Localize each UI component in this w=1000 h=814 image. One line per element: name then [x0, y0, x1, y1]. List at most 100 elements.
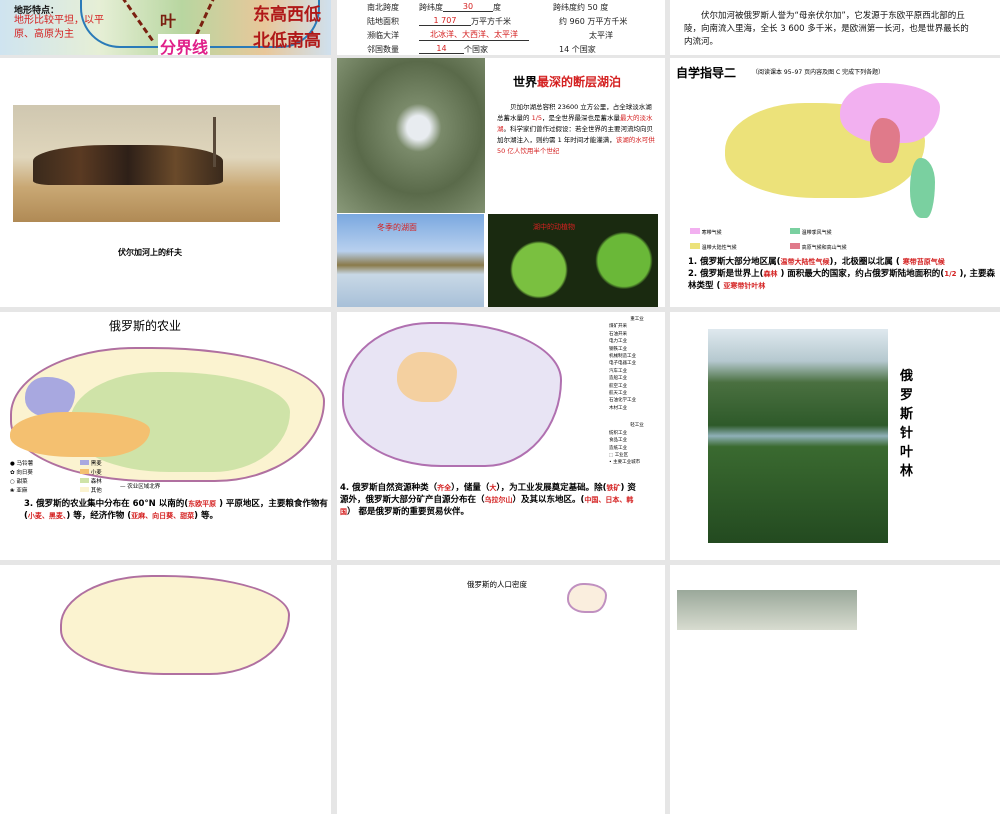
fauna-label: 湖中的动植物: [533, 223, 575, 231]
slide-1-terrain-map[interactable]: 地形特点： 地形比较平坦，以平原、高原为主 叶尼塞河 分界线 东高西低 北低南高: [0, 0, 331, 55]
text: 铁矿: [606, 484, 621, 492]
text: 向日葵: [16, 470, 33, 476]
east-west-label: 东高西低: [253, 5, 321, 25]
slide-3-volga[interactable]: 伏尔加河被俄罗斯人誉为“母亲伏尔加”，它发源于东欧平原西北部的丘陵，向南流入里海…: [670, 0, 1000, 55]
text: 1/5: [531, 114, 543, 122]
taiga-photo: [708, 329, 888, 543]
legend-item: 寒带气候: [690, 228, 790, 239]
legend-item: 温带大陆性气候: [690, 243, 790, 254]
slide-11-population[interactable]: 俄罗斯的人口密度: [337, 565, 665, 814]
slide-4-barge-haulers[interactable]: 伏尔加河上的纤夫: [0, 58, 331, 307]
row-compare: 约 960 万平方千米: [559, 16, 628, 26]
text: ），为工业发展奠定基础。除(: [496, 483, 607, 493]
legend-item: ❀ 亚麻: [10, 488, 28, 494]
legend-item: 木材工业: [609, 405, 627, 411]
title-red: 最深的断层湖泊: [537, 75, 622, 89]
text: ) 等。: [194, 511, 218, 521]
row-prefix: 跨纬度: [419, 2, 443, 12]
slide-2-comparison-table[interactable]: 南北跨度 跨纬度 30 度 跨纬度约 50 度 陆地面积 1 707 万平方千米 约 960 …: [337, 0, 665, 55]
slide-7-agriculture[interactable]: 俄罗斯的农业 ● 马铃薯 黑麦 ✿ 向日葵 小麦 ○ 甜菜 森林 ❀ 亚麻 其他…: [0, 312, 331, 560]
table-row: 陆地面积 1 707 万平方千米 约 960 万平方千米: [367, 14, 657, 28]
taiga-title: 俄罗斯针叶林: [900, 369, 914, 479]
legend-item: 电力工业: [609, 339, 627, 345]
title-black: 世界: [513, 75, 538, 89]
slide-6-self-study[interactable]: 自学指导二 （阅读课本 95–97 页内容及图 C 完成下列各题） 寒带气候 温…: [670, 58, 1000, 307]
terrain-text: 地形比较平坦，以平原、高原为主: [14, 15, 104, 40]
text: 森林: [763, 270, 778, 278]
baikal-title: 世界最深的断层湖泊: [513, 73, 621, 90]
text: 2. 俄罗斯是世界上(: [688, 269, 764, 279]
industry-map: [342, 322, 562, 467]
river-label: 叶尼塞河: [160, 12, 177, 28]
row-suffix: 度: [493, 2, 501, 12]
question-2: 2. 俄罗斯是世界上(森林 ) 面积最大的国家，约占俄罗斯陆地面积的(1/2 )…: [688, 268, 1000, 292]
north-south-label: 北低南高: [253, 31, 321, 51]
climate-map-monsoon: [910, 158, 935, 218]
row-label: 南北跨度: [367, 2, 399, 12]
text: 黑麦: [90, 461, 102, 467]
text: 亚麻: [16, 488, 28, 494]
legend-item: 航天工业: [609, 391, 627, 397]
text: )，北极圈以北属 (: [829, 257, 900, 267]
text: 3. 俄罗斯的农业集中分布在 60°N 以南的(: [24, 499, 189, 509]
table-row: 濒临大洋 北冰洋、大西洋、太平洋 太平洋: [367, 28, 657, 42]
rye-region: [25, 377, 75, 417]
population-title: 俄罗斯的人口密度: [467, 580, 527, 589]
text: 乌拉尔山: [484, 496, 513, 504]
legend-item: ● 马铃薯: [10, 461, 34, 467]
text: ） 都是俄罗斯的重要贸易伙伴。: [347, 507, 469, 517]
text: 寒带苔原气候: [902, 258, 945, 266]
baikal-description: 贝加尔湖总容积 23600 立方公里，占全球淡水湖总蓄水量的 1/5，是全世界最…: [497, 102, 657, 157]
slide-12[interactable]: [670, 565, 1000, 814]
painting-caption: 伏尔加河上的纤夫: [118, 248, 182, 257]
legend-item: 温带季风气候: [790, 228, 890, 239]
slide-10[interactable]: [0, 565, 331, 814]
comparison-table: 南北跨度 跨纬度 30 度 跨纬度约 50 度 陆地面积 1 707 万平方千米 约 960 …: [367, 0, 657, 55]
text: 温带季风气候: [801, 230, 832, 236]
legend-item: 煤矿开采: [609, 324, 627, 330]
industry-legend: 重工业 煤矿开采 石油开采 电力工业 钢铁工业 机械制造工业 电子电器工业 汽车工业 造船工业…: [609, 316, 665, 467]
text: ) 等，经济作物 (: [66, 511, 132, 521]
row-answer: 1 707: [419, 16, 471, 26]
industry-zone: [397, 352, 457, 402]
text: 轻工业: [630, 423, 644, 429]
text: 森林: [90, 479, 102, 485]
climate-questions: 1. 俄罗斯大部分地区属(温带大陆性气候)，北极圈以北属 ( 寒带苔原气候 2.…: [688, 256, 1000, 292]
text: 马铃薯: [16, 461, 34, 467]
legend-item: 纺织工业: [609, 430, 627, 436]
row-suffix: 万平方千米: [471, 16, 511, 26]
legend-item: 食品工业: [609, 438, 627, 444]
slide-8-industry[interactable]: 重工业 煤矿开采 石油开采 电力工业 钢铁工业 机械制造工业 电子电器工业 汽车工业 造船工业…: [337, 312, 665, 560]
text: ），储量（: [451, 483, 490, 493]
question-4: 4. 俄罗斯自然资源种类（齐全），储量（大），为工业发展奠定基础。除(铁矿) 资…: [340, 482, 640, 518]
legend-item: 汽车工业: [609, 368, 627, 374]
row-answer: 北冰洋、大西洋、太平洋: [419, 29, 529, 41]
text: 温带大陆性气候: [780, 258, 830, 266]
slide-9-taiga[interactable]: 俄罗斯针叶林: [670, 312, 1000, 560]
text: 农业区域北界: [127, 484, 161, 490]
text: 小麦: [90, 470, 102, 476]
text: 齐全: [437, 484, 452, 492]
legend-item: 造船工业: [609, 376, 627, 382]
boat-mast: [213, 117, 216, 167]
agriculture-title: 俄罗斯的农业: [108, 319, 181, 333]
photo-thumbnail: [677, 590, 857, 630]
text: 4. 俄罗斯自然资源种类（: [340, 483, 438, 493]
row-label: 陆地面积: [367, 16, 399, 26]
question-3: 3. 俄罗斯的农业集中分布在 60°N 以南的(东欧平原 ) 平原地区，主要粮食…: [24, 498, 329, 522]
row-suffix: 个国家: [464, 44, 488, 54]
legend-item: 石油化学工业: [609, 398, 636, 404]
legend-item: 钢铁工业: [609, 346, 627, 352]
text: ) 面积最大的国家，约占俄罗斯陆地面积的(: [777, 269, 945, 279]
text: 甜菜: [16, 479, 28, 485]
row-compare: 太平洋: [589, 30, 613, 40]
legend-item: ✿ 向日葵: [10, 470, 33, 476]
table-row: 南北跨度 跨纬度 30 度 跨纬度约 50 度: [367, 0, 657, 14]
text: 东欧平原: [188, 500, 217, 508]
baikal-satellite-image: [337, 58, 485, 213]
legend-item: 机械制造工业: [609, 354, 636, 360]
row-answer: 30: [443, 2, 493, 12]
self-study-title: 自学指导二: [676, 66, 737, 80]
slide-5-baikal[interactable]: 世界最深的断层湖泊 贝加尔湖总容积 23600 立方公里，占全球淡水湖总蓄水量的…: [337, 58, 665, 307]
text: 其他: [90, 488, 102, 494]
